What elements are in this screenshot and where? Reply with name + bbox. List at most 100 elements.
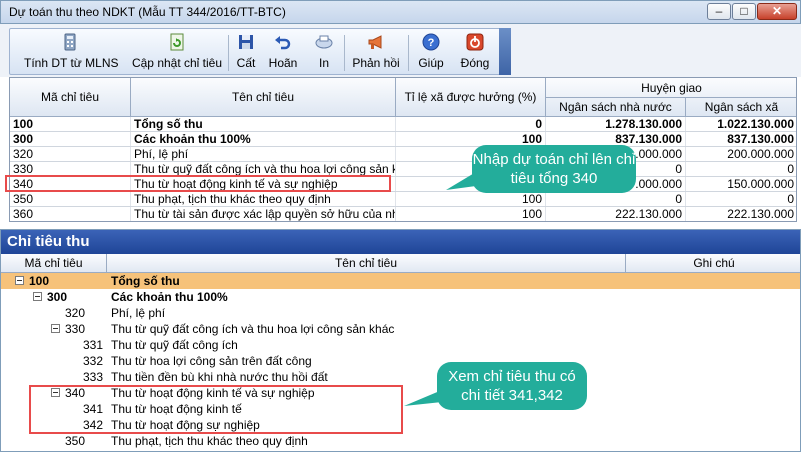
cell-code: 350 xyxy=(10,192,131,206)
callout-text: Xem chỉ tiêu thu có chi tiết 341,342 xyxy=(448,368,576,404)
cell-code: 330 xyxy=(10,162,131,176)
table-row[interactable]: 360 Thu từ tài sản được xác lập quyền sở… xyxy=(10,207,796,221)
row-code: 350 xyxy=(65,434,86,448)
header-code[interactable]: Mã chỉ tiêu xyxy=(10,78,131,117)
row-code: 300 xyxy=(47,290,68,304)
tree-row[interactable]: 320 Phí, lệ phí xyxy=(1,305,800,321)
refresh-doc-icon xyxy=(170,33,184,51)
svg-text:?: ? xyxy=(428,37,435,49)
maximize-button[interactable]: □ xyxy=(732,3,756,20)
row-name: Tổng số thu xyxy=(111,274,180,288)
table-row[interactable]: 100 Tổng số thu 0 1.278.130.000 1.022.13… xyxy=(10,117,796,132)
cell-ns-xa: 150.000.000 xyxy=(686,177,796,191)
row-code: 332 xyxy=(83,354,104,368)
tree-row[interactable]: 100 Tổng số thu xyxy=(1,273,800,289)
undo-icon xyxy=(275,36,291,50)
cell-ns-xa: 1.022.130.000 xyxy=(686,117,796,131)
row-name: Thu tiền đền bù khi nhà nước thu hồi đất xyxy=(111,370,328,384)
row-name: Thu phạt, tịch thu khác theo quy định xyxy=(111,434,308,448)
highlight-row-340 xyxy=(5,175,391,192)
cell-name: Các khoản thu 100% xyxy=(131,132,396,146)
panel-header: Mã chỉ tiêu Tên chỉ tiêu Ghi chú xyxy=(1,254,800,273)
row-name: Thu từ quỹ đất công ích xyxy=(111,338,238,352)
header-ns-nha-nuoc[interactable]: Ngân sách nhà nước xyxy=(546,98,686,117)
cell-ratio: 100 xyxy=(396,132,546,146)
close-icon: ✕ xyxy=(771,4,783,18)
cell-ns-nn: 0 xyxy=(546,192,686,206)
maximize-icon: □ xyxy=(740,4,748,18)
giup-button[interactable]: ? Giúp xyxy=(414,31,448,73)
tree-row[interactable]: 332 Thu từ hoa lợi công sản trên đất côn… xyxy=(1,353,800,369)
table-row[interactable]: 300 Các khoản thu 100% 100 837.130.000 8… xyxy=(10,132,796,147)
dong-button[interactable]: Đóng xyxy=(456,31,494,73)
collapse-icon[interactable] xyxy=(33,292,42,301)
header-huyen-giao: Huyện giao xyxy=(546,78,796,98)
callout-text: Nhập dự toán chỉ lên chỉ tiêu tổng 340 xyxy=(472,151,636,187)
cell-ratio: 100 xyxy=(396,207,546,221)
header-name[interactable]: Tên chỉ tiêu xyxy=(107,254,626,272)
callout-pointer xyxy=(446,172,476,190)
cell-ns-nn: 837.130.000 xyxy=(546,132,686,146)
giup-label: Giúp xyxy=(418,56,444,70)
table-row[interactable]: 320 Phí, lệ phí .000.000 200.000.000 xyxy=(10,147,796,162)
cap-nhat-label: Cập nhật chỉ tiêu xyxy=(131,56,223,70)
window-title: Dự toán thu theo NDKT (Mẫu TT 344/2016/T… xyxy=(9,5,286,19)
toolbar-overflow-button[interactable] xyxy=(499,28,511,75)
cell-ns-xa: 837.130.000 xyxy=(686,132,796,146)
row-name: Thu từ hoa lợi công sản trên đất công xyxy=(111,354,312,368)
callout-xem-chi-tiet: Xem chỉ tiêu thu có chi tiết 341,342 xyxy=(437,362,587,410)
tinh-dt-label: Tính DT từ MLNS xyxy=(24,56,119,70)
save-icon xyxy=(239,35,253,49)
cat-button[interactable]: Cất xyxy=(234,31,258,73)
tinh-dt-button[interactable]: Tính DT từ MLNS xyxy=(24,31,119,73)
cell-ns-xa: 200.000.000 xyxy=(686,147,796,161)
header-name[interactable]: Tên chỉ tiêu xyxy=(131,78,396,117)
in-button[interactable]: In xyxy=(308,31,340,73)
header-code[interactable]: Mã chỉ tiêu xyxy=(1,254,107,272)
panel-title: Chỉ tiêu thu xyxy=(1,230,800,254)
cell-code: 100 xyxy=(10,117,131,131)
collapse-icon[interactable] xyxy=(15,276,24,285)
tree-row[interactable]: 330 Thu từ quỹ đất công ích và thu hoa l… xyxy=(1,321,800,337)
toolbar: Tính DT từ MLNS Cập nhật chỉ tiêu Cất Ho… xyxy=(9,28,511,75)
cell-code: 360 xyxy=(10,207,131,221)
cap-nhat-button[interactable]: Cập nhật chỉ tiêu xyxy=(130,31,224,73)
tree-row[interactable]: 333 Thu tiền đền bù khi nhà nước thu hồi… xyxy=(1,369,800,385)
collapse-icon[interactable] xyxy=(51,324,60,333)
cell-ns-nn: 222.130.000 xyxy=(546,207,686,221)
help-icon: ? xyxy=(422,33,440,51)
header-note[interactable]: Ghi chú xyxy=(626,254,800,272)
highlight-340-group xyxy=(29,385,403,434)
toolbar-separator xyxy=(408,35,409,71)
cell-ns-xa: 0 xyxy=(686,192,796,206)
hoan-button[interactable]: Hoãn xyxy=(266,31,300,73)
row-name: Thu từ quỹ đất công ích và thu hoa lợi c… xyxy=(111,322,395,336)
minimize-button[interactable]: – xyxy=(707,3,731,20)
toolbar-separator xyxy=(344,35,345,71)
cell-ns-nn: 1.278.130.000 xyxy=(546,117,686,131)
calculator-icon xyxy=(64,33,76,51)
cell-code: 320 xyxy=(10,147,131,161)
row-code: 333 xyxy=(83,370,104,384)
close-button[interactable]: ✕ xyxy=(757,3,797,20)
cell-ns-xa: 222.130.000 xyxy=(686,207,796,221)
tree-row[interactable]: 350 Thu phạt, tịch thu khác theo quy địn… xyxy=(1,433,800,449)
callout-nhap-du-toan: Nhập dự toán chỉ lên chỉ tiêu tổng 340 xyxy=(472,145,636,193)
row-name: Phí, lệ phí xyxy=(111,306,166,320)
callout-pointer xyxy=(404,390,442,406)
hoan-label: Hoãn xyxy=(268,56,298,70)
tree-row[interactable]: 300 Các khoản thu 100% xyxy=(1,289,800,305)
tree-row[interactable]: 331 Thu từ quỹ đất công ích xyxy=(1,337,800,353)
toolbar-separator xyxy=(228,35,229,71)
budget-grid: Mã chỉ tiêu Tên chỉ tiêu Tỉ lệ xã được h… xyxy=(9,77,797,222)
cell-name: Phí, lệ phí xyxy=(131,147,396,161)
phan-hoi-button[interactable]: Phản hồi xyxy=(350,31,402,73)
print-icon xyxy=(315,35,333,49)
cell-code: 300 xyxy=(10,132,131,146)
table-row[interactable]: 350 Thu phạt, tịch thu khác theo quy địn… xyxy=(10,192,796,207)
row-code: 320 xyxy=(65,306,86,320)
megaphone-icon xyxy=(368,35,382,49)
row-code: 331 xyxy=(83,338,104,352)
header-ns-xa[interactable]: Ngân sách xã xyxy=(686,98,796,117)
header-ratio[interactable]: Tỉ lệ xã được hưởng (%) xyxy=(396,78,546,117)
